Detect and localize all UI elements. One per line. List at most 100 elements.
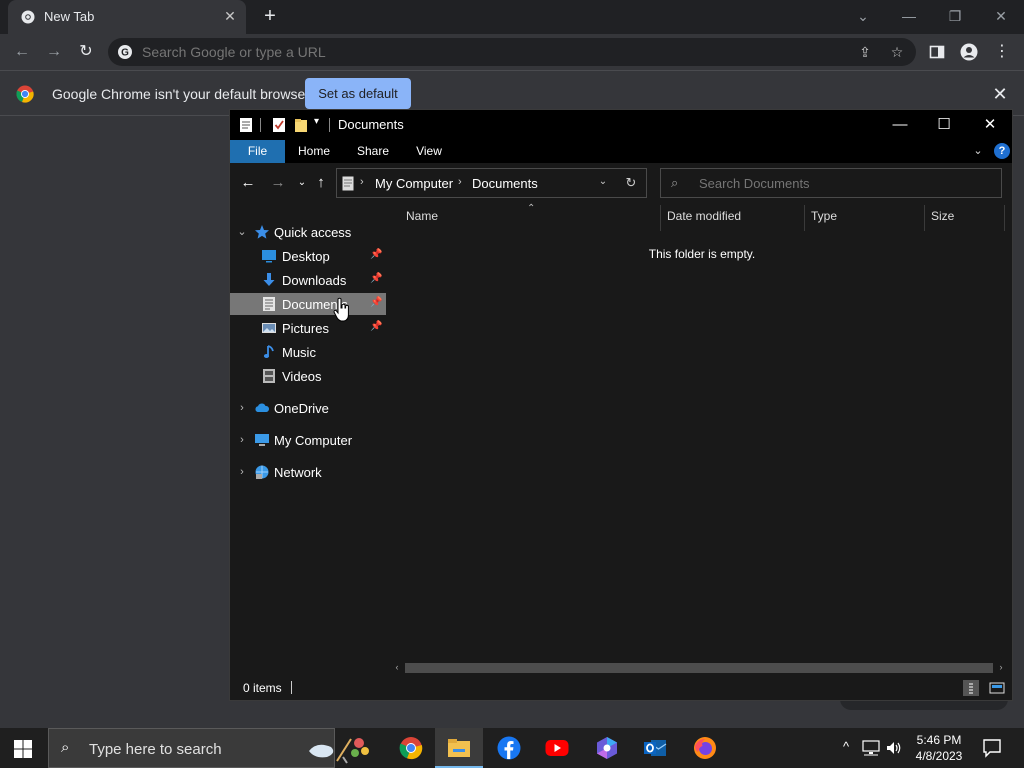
bookmark-star-icon[interactable]: ☆ [888, 43, 906, 61]
tab-close-icon[interactable]: ✕ [222, 8, 238, 24]
scroll-left-icon[interactable]: ‹ [391, 661, 403, 673]
pin-icon[interactable]: 📌 [370, 249, 382, 263]
action-center-icon[interactable] [982, 738, 1002, 758]
column-divider[interactable] [660, 205, 661, 231]
maximize-icon[interactable]: ☐ [924, 113, 964, 137]
tree-item-onedrive[interactable]: › OneDrive [230, 397, 386, 419]
windows-start-icon[interactable] [14, 740, 32, 758]
tree-item-quick-access[interactable]: ⌄ Quick access [230, 221, 386, 243]
column-divider[interactable] [804, 205, 805, 231]
column-header-type[interactable]: Type [811, 209, 837, 223]
collapsed-chevron-icon[interactable]: › [236, 400, 248, 416]
ribbon-expand-chevron-icon[interactable]: ⌄ [970, 143, 986, 159]
refresh-icon[interactable]: ↻ [623, 175, 639, 191]
column-header-size[interactable]: Size [931, 209, 954, 223]
tree-item-videos[interactable]: Videos [230, 365, 386, 387]
tab-search-chevron-icon[interactable]: ⌄ [850, 4, 876, 28]
taskbar-search-box[interactable]: ⌕ Type here to search [48, 728, 369, 768]
breadcrumb-my-computer[interactable]: My Computer [375, 176, 453, 191]
customize-qa-dropdown-icon[interactable]: ▾ [314, 116, 319, 127]
infobar-close-icon[interactable]: ✕ [990, 84, 1010, 104]
minimize-icon[interactable]: — [896, 4, 922, 28]
breadcrumb-documents[interactable]: Documents [472, 176, 538, 191]
restore-icon[interactable]: ❐ [942, 4, 968, 28]
taskbar-file-explorer[interactable] [435, 728, 483, 768]
properties-check-icon[interactable] [272, 117, 286, 133]
tab-title: New Tab [44, 9, 95, 24]
collapsed-chevron-icon[interactable]: › [236, 432, 248, 448]
address-dropdown-icon[interactable]: ⌄ [595, 176, 611, 190]
help-icon[interactable]: ? [994, 143, 1010, 159]
profile-avatar-icon[interactable] [957, 40, 981, 64]
pin-icon[interactable]: 📌 [370, 297, 382, 311]
menu-kebab-icon[interactable]: ⋮ [990, 40, 1014, 64]
file-list[interactable]: ⌃ Name Date modified Type Size This fold… [387, 203, 1012, 675]
new-folder-icon[interactable] [294, 117, 308, 133]
tab-home[interactable]: Home [292, 140, 336, 163]
clock-date: 4/8/2023 [915, 749, 963, 763]
taskbar-chrome[interactable] [387, 728, 435, 768]
share-icon[interactable]: ⇪ [856, 43, 874, 61]
tree-item-pictures[interactable]: Pictures 📌 [230, 317, 386, 339]
taskbar-youtube[interactable] [533, 728, 581, 768]
horizontal-scrollbar[interactable]: ‹ › [391, 661, 1007, 673]
close-icon[interactable]: ✕ [970, 113, 1010, 137]
omnibox[interactable]: G ⇪ ☆ [108, 38, 916, 66]
scroll-right-icon[interactable]: › [995, 661, 1007, 673]
up-icon[interactable]: ↑ [312, 174, 330, 192]
pin-icon[interactable]: 📌 [370, 321, 382, 335]
collapsed-chevron-icon[interactable]: › [236, 464, 248, 480]
taskbar-copilot[interactable] [583, 728, 631, 768]
volume-icon[interactable] [885, 740, 903, 756]
system-clock[interactable]: 5:46 PM 4/8/2023 [908, 732, 970, 764]
tab-new-tab[interactable]: New Tab ✕ [8, 0, 246, 34]
tree-item-documents[interactable]: Documents 📌 [230, 293, 386, 315]
taskbar-firefox[interactable] [681, 728, 729, 768]
forward-icon[interactable]: → [42, 40, 66, 64]
search-input[interactable] [699, 175, 989, 192]
pin-icon[interactable]: 📌 [370, 273, 382, 287]
window-title: Documents [338, 117, 404, 132]
omnibox-input[interactable] [142, 43, 822, 61]
side-panel-icon[interactable] [925, 40, 949, 64]
taskbar-facebook[interactable] [485, 728, 533, 768]
recent-locations-chevron-icon[interactable]: ⌄ [293, 174, 311, 192]
column-header-name[interactable]: Name [406, 209, 438, 223]
breadcrumb-separator-icon: › [458, 176, 462, 188]
network-status-icon[interactable] [862, 740, 880, 756]
taskbar-outlook[interactable] [631, 728, 679, 768]
search-icon: ⌕ [671, 175, 679, 190]
tree-item-network[interactable]: › Network [230, 461, 386, 483]
scrollbar-thumb[interactable] [405, 663, 993, 673]
column-header-date-modified[interactable]: Date modified [667, 209, 741, 223]
tree-item-label: OneDrive [274, 401, 329, 416]
new-tab-button[interactable]: + [258, 6, 282, 28]
tab-share[interactable]: Share [351, 140, 395, 163]
reload-icon[interactable]: ↻ [74, 40, 98, 64]
column-divider[interactable] [924, 205, 925, 231]
back-icon[interactable]: ← [10, 40, 34, 64]
tree-item-my-computer[interactable]: › My Computer [230, 429, 386, 451]
back-icon[interactable]: ← [239, 174, 257, 192]
tree-item-downloads[interactable]: Downloads 📌 [230, 269, 386, 291]
minimize-icon[interactable]: — [880, 113, 920, 137]
show-hidden-icons-chevron-icon[interactable]: ^ [838, 739, 854, 757]
large-icons-view-icon[interactable] [989, 680, 1005, 696]
search-icon: ⌕ [61, 739, 70, 756]
close-window-icon[interactable]: ✕ [988, 4, 1014, 28]
tree-item-music[interactable]: Music [230, 341, 386, 363]
address-bar[interactable]: › My Computer › Documents ⌄ ↻ [336, 168, 647, 198]
navigation-bar: ← → ⌄ ↑ › My Computer › Documents ⌄ ↻ ⌕ [230, 163, 1012, 203]
forward-icon[interactable]: → [269, 174, 287, 192]
expanded-chevron-icon[interactable]: ⌄ [236, 224, 248, 240]
search-box[interactable]: ⌕ [660, 168, 1002, 198]
explorer-titlebar: ▾ Documents — ☐ ✕ [230, 110, 1012, 140]
chrome-toolbar: ← → ↻ G ⇪ ☆ ⋮ [0, 34, 1024, 70]
tab-view[interactable]: View [407, 140, 451, 163]
set-as-default-button[interactable]: Set as default [305, 78, 411, 109]
tree-item-desktop[interactable]: Desktop 📌 [230, 245, 386, 267]
tab-file[interactable]: File [230, 140, 285, 163]
tree-item-label: Videos [282, 369, 322, 384]
details-view-icon[interactable] [963, 680, 979, 696]
column-divider[interactable] [1004, 205, 1005, 231]
